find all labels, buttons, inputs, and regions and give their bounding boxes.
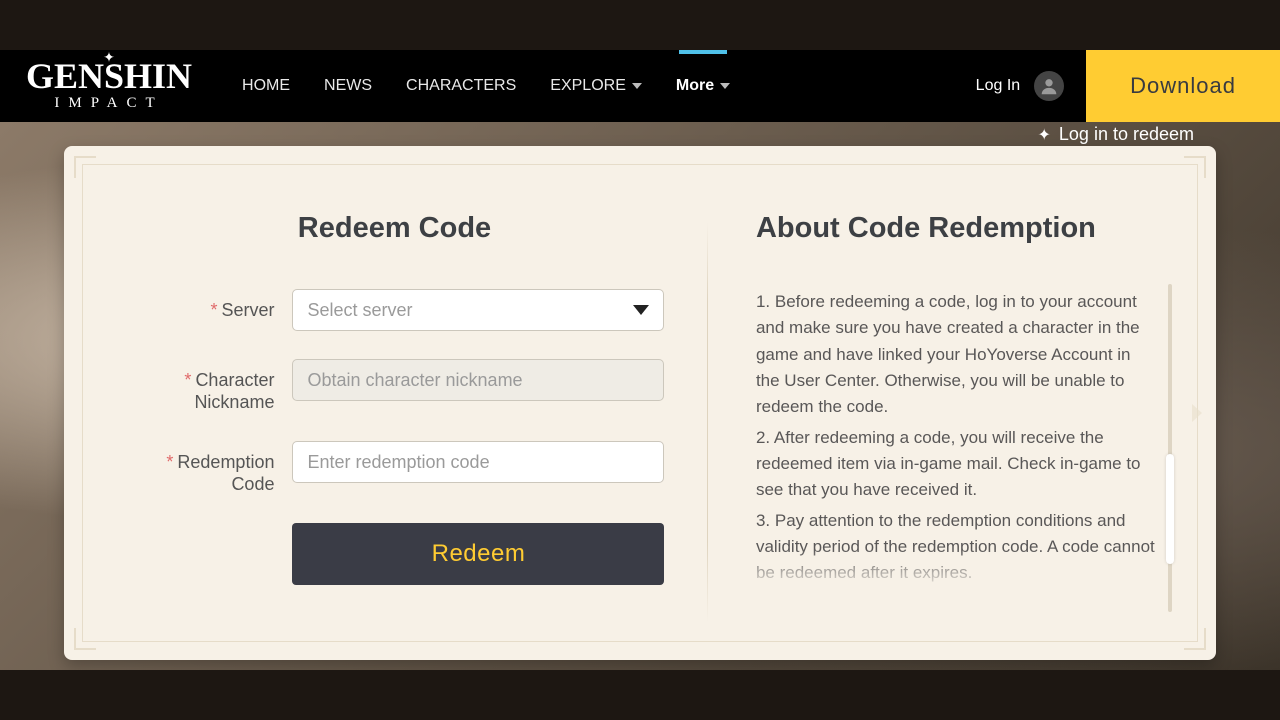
redeem-panel: Redeem Code *Server Select server xyxy=(64,146,1216,660)
nav-item-news[interactable]: NEWS xyxy=(324,50,372,122)
login-link[interactable]: Log In xyxy=(976,77,1020,95)
required-marker: * xyxy=(166,452,173,472)
stage-background: ✦ Log in to redeem Redeem Code *Server S… xyxy=(0,122,1280,670)
required-marker: * xyxy=(210,300,217,320)
nickname-label: *Character Nickname xyxy=(124,359,274,413)
nav-item-label: NEWS xyxy=(324,50,372,122)
nickname-input[interactable] xyxy=(292,359,664,401)
brand-logo[interactable]: ✦ GENSHIN IMPACT xyxy=(26,60,192,111)
rule-paragraph: 2. After redeeming a code, you will rece… xyxy=(756,425,1156,504)
server-select[interactable]: Select server xyxy=(292,289,664,331)
nav-item-more[interactable]: More xyxy=(676,50,730,122)
submit-row: Redeem xyxy=(124,523,664,585)
about-heading: About Code Redemption xyxy=(756,212,1170,245)
rule-paragraph: 1. Before redeeming a code, log in to yo… xyxy=(756,289,1156,421)
nav-right: Log In Download xyxy=(976,50,1280,122)
letterbox-top xyxy=(0,0,1280,50)
sparkle-icon: ✦ xyxy=(103,50,115,67)
code-label: *Redemption Code xyxy=(124,441,274,495)
server-row: *Server Select server xyxy=(124,289,664,331)
letterbox-bottom xyxy=(0,670,1280,720)
download-button[interactable]: Download xyxy=(1086,50,1280,122)
sparkle-icon: ✦ xyxy=(1038,125,1051,145)
about-column: About Code Redemption 1. Before redeemin… xyxy=(708,164,1198,642)
nav-item-home[interactable]: HOME xyxy=(242,50,290,122)
redeem-button[interactable]: Redeem xyxy=(292,523,664,585)
code-input[interactable] xyxy=(292,441,664,483)
nav-item-label: More xyxy=(676,50,714,122)
code-row: *Redemption Code xyxy=(124,441,664,495)
nav-items: HOME NEWS CHARACTERS EXPLORE More xyxy=(242,50,730,122)
chevron-down-icon xyxy=(633,305,649,315)
nav-item-label: EXPLORE xyxy=(550,50,626,122)
required-marker: * xyxy=(184,370,191,390)
navbar: ✦ GENSHIN IMPACT HOME NEWS CHARACTERS EXPLO… xyxy=(0,50,1280,122)
nav-item-characters[interactable]: CHARACTERS xyxy=(406,50,516,122)
login-to-redeem-label: Log in to redeem xyxy=(1059,124,1194,145)
login-to-redeem-link[interactable]: ✦ Log in to redeem xyxy=(1038,124,1195,145)
redeem-heading: Redeem Code xyxy=(298,212,491,245)
nav-item-label: CHARACTERS xyxy=(406,50,516,122)
rule-paragraph: 3. Pay attention to the redemption condi… xyxy=(756,508,1156,587)
rule-paragraph: 4. Each redemption code can only be used xyxy=(756,591,1156,599)
nav-item-label: HOME xyxy=(242,50,290,122)
nav-item-explore[interactable]: EXPLORE xyxy=(550,50,642,122)
chevron-down-icon xyxy=(632,83,642,89)
server-placeholder: Select server xyxy=(307,300,412,321)
brand-subtitle: IMPACT xyxy=(54,95,163,112)
chevron-down-icon xyxy=(720,83,730,89)
server-label: *Server xyxy=(124,289,274,321)
redeem-form: *Server Select server *Character Nicknam… xyxy=(124,289,664,613)
nickname-row: *Character Nickname xyxy=(124,359,664,413)
avatar[interactable] xyxy=(1034,71,1064,101)
user-icon xyxy=(1038,75,1060,97)
scrollbar-thumb[interactable] xyxy=(1166,454,1174,564)
redeem-form-column: Redeem Code *Server Select server xyxy=(82,164,707,642)
rules-text: 1. Before redeeming a code, log in to yo… xyxy=(756,289,1170,599)
